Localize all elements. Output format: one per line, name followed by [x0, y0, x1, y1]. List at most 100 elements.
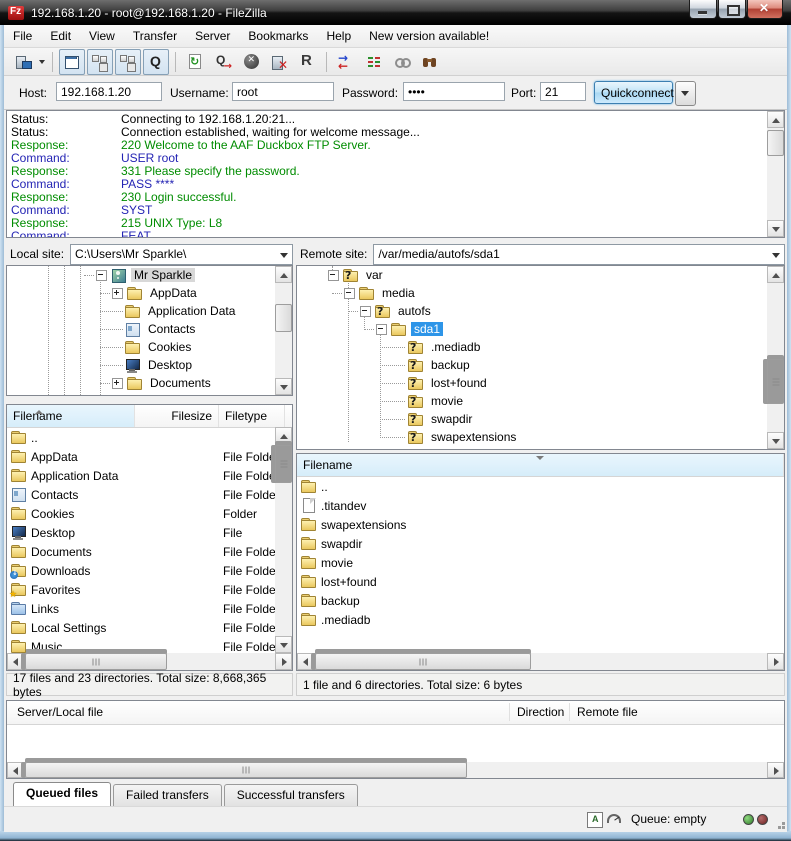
local-list-hscrollbar[interactable] [7, 653, 292, 670]
transfer-type-icon[interactable] [587, 812, 603, 828]
tree-item-desktop[interactable]: Desktop [7, 356, 292, 374]
column-header-server-local-file[interactable]: Server/Local file [17, 705, 103, 719]
message-log[interactable]: Status:Connecting to 192.168.1.20:21... … [6, 110, 785, 238]
expand-icon[interactable] [112, 378, 123, 389]
host-input[interactable] [56, 82, 162, 101]
column-divider[interactable] [569, 703, 570, 721]
scroll-up-icon[interactable] [767, 266, 784, 283]
scroll-thumb[interactable] [25, 653, 167, 670]
file-row[interactable]: ContactsFile Folder [7, 485, 292, 504]
file-row[interactable]: .. [7, 428, 292, 447]
scroll-thumb[interactable] [315, 653, 531, 670]
site-manager-button[interactable] [10, 49, 36, 75]
speed-limit-icon[interactable] [607, 814, 621, 823]
find-files-button[interactable] [417, 49, 443, 75]
toggle-remote-tree-button[interactable] [115, 49, 141, 75]
remote-list-hscrollbar[interactable] [297, 653, 784, 670]
scroll-left-icon[interactable] [7, 762, 24, 778]
quickconnect-button[interactable]: Quickconnect [594, 81, 673, 104]
scroll-right-icon[interactable] [767, 762, 784, 778]
scroll-up-icon[interactable] [275, 427, 292, 444]
file-row[interactable]: .. [297, 477, 784, 496]
column-header-filename[interactable]: Filename [297, 454, 784, 476]
expand-icon[interactable] [112, 288, 123, 299]
scroll-thumb[interactable] [767, 359, 784, 404]
resize-grip[interactable] [782, 826, 785, 829]
remote-path-combo[interactable]: /var/media/autofs/sda1 [373, 244, 785, 265]
column-header-direction[interactable]: Direction [517, 705, 564, 719]
menu-file[interactable]: File [4, 26, 41, 46]
file-row[interactable]: swapextensions [297, 515, 784, 534]
transfer-queue[interactable]: Server/Local file Direction Remote file [6, 700, 785, 779]
scroll-down-icon[interactable] [275, 636, 292, 653]
tree-item-swapdir[interactable]: swapdir [297, 410, 784, 428]
remote-directory-tree[interactable]: var media autofs sda1 .mediadb backup lo… [296, 265, 785, 450]
tree-item-appdata[interactable]: AppData [7, 284, 292, 302]
tab-successful-transfers[interactable]: Successful transfers [224, 784, 358, 806]
cancel-operation-button[interactable] [238, 49, 264, 75]
remote-file-list[interactable]: Filename .. .titandev swapextensions swa… [296, 453, 785, 671]
minimize-button[interactable] [689, 0, 717, 19]
tree-item-autofs[interactable]: autofs [297, 302, 784, 320]
combo-arrow-icon[interactable] [772, 253, 780, 262]
column-header-remote-file[interactable]: Remote file [577, 705, 638, 719]
file-row[interactable]: AppDataFile Folder [7, 447, 292, 466]
tree-item-swapextensions[interactable]: swapextensions [297, 428, 784, 446]
file-row[interactable]: movie [297, 553, 784, 572]
file-row[interactable]: DocumentsFile Folder [7, 542, 292, 561]
tree-item-mr-sparkle[interactable]: Mr Sparkle [7, 266, 292, 284]
file-row[interactable]: DownloadsFile Folder [7, 561, 292, 580]
file-row[interactable]: lost+found [297, 572, 784, 591]
scroll-down-icon[interactable] [767, 220, 784, 237]
file-row[interactable]: Application DataFile Folder [7, 466, 292, 485]
tree-item-movie[interactable]: movie [297, 392, 784, 410]
toggle-queue-button[interactable] [143, 49, 169, 75]
file-row[interactable]: swapdir [297, 534, 784, 553]
tree-item-contacts[interactable]: Contacts [7, 320, 292, 338]
column-divider[interactable] [509, 703, 510, 721]
scroll-up-icon[interactable] [275, 266, 292, 283]
titlebar[interactable]: 192.168.1.20 - root@192.168.1.20 - FileZ… [0, 0, 791, 25]
collapse-icon[interactable] [344, 288, 355, 299]
tree-item-downloads[interactable]: Downloads [7, 392, 292, 396]
port-input[interactable] [540, 82, 586, 101]
close-button[interactable] [747, 0, 783, 19]
menu-help[interactable]: Help [317, 26, 360, 46]
column-header-filesize[interactable]: Filesize [135, 405, 219, 427]
tree-item-media[interactable]: media [297, 284, 784, 302]
scroll-left-icon[interactable] [297, 653, 314, 670]
file-row[interactable]: .titandev [297, 496, 784, 515]
site-manager-dropdown-icon[interactable] [39, 60, 45, 67]
password-input[interactable] [403, 82, 505, 101]
reconnect-button[interactable] [294, 49, 320, 75]
local-list-scrollbar[interactable] [275, 427, 292, 653]
local-tree-scrollbar[interactable] [275, 266, 292, 395]
tab-failed-transfers[interactable]: Failed transfers [113, 784, 222, 806]
log-scrollbar[interactable] [767, 111, 784, 237]
menu-edit[interactable]: Edit [41, 26, 80, 46]
username-input[interactable] [232, 82, 334, 101]
scroll-down-icon[interactable] [275, 378, 292, 395]
simultaneous-transfers-button[interactable] [333, 49, 359, 75]
file-row[interactable]: FavoritesFile Folder [7, 580, 292, 599]
column-header-filename[interactable]: Filename [7, 405, 135, 427]
collapse-icon[interactable] [96, 270, 107, 281]
column-header-filetype[interactable]: Filetype [219, 405, 285, 427]
process-queue-button[interactable] [210, 49, 236, 75]
scroll-thumb[interactable] [25, 762, 467, 778]
file-row[interactable]: Local SettingsFile Folder [7, 618, 292, 637]
refresh-button[interactable] [182, 49, 208, 75]
menu-bookmarks[interactable]: Bookmarks [239, 26, 317, 46]
tree-item-documents[interactable]: Documents [7, 374, 292, 392]
synchronized-browsing-button[interactable] [389, 49, 415, 75]
combo-arrow-icon[interactable] [280, 253, 288, 262]
collapse-icon[interactable] [376, 324, 387, 335]
scroll-left-icon[interactable] [7, 653, 24, 670]
expand-icon[interactable] [112, 396, 123, 397]
file-row[interactable]: backup [297, 591, 784, 610]
file-row[interactable]: DesktopFile [7, 523, 292, 542]
file-row[interactable]: LinksFile Folder [7, 599, 292, 618]
menu-server[interactable]: Server [186, 26, 239, 46]
collapse-icon[interactable] [328, 270, 339, 281]
menu-new-version[interactable]: New version available! [360, 26, 498, 46]
